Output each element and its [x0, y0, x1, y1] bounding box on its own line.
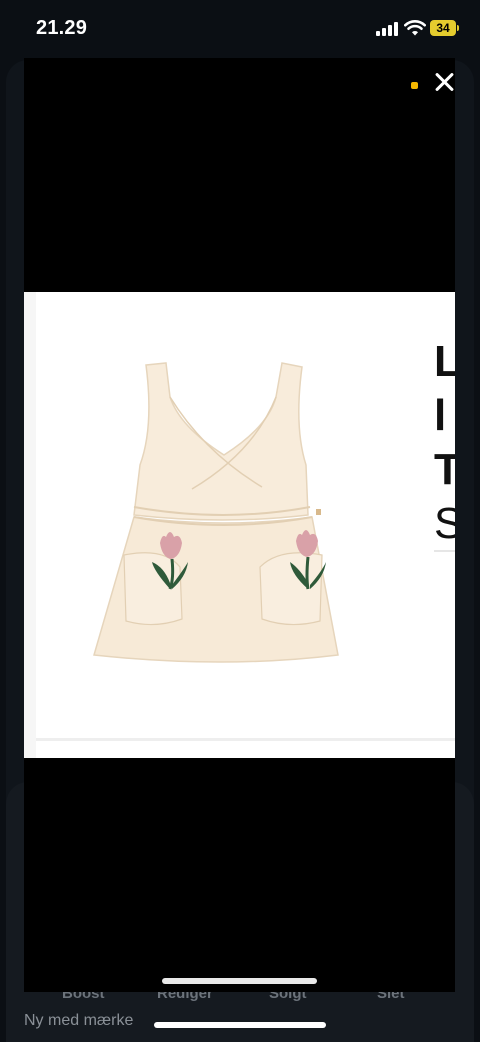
product-image[interactable]: L l T S	[24, 292, 455, 758]
close-icon[interactable]	[432, 70, 456, 94]
status-bar: 21.29 34	[0, 0, 480, 56]
home-indicator[interactable]	[154, 1022, 326, 1028]
background-subtitle: Ny med mærke	[24, 1012, 134, 1029]
wifi-icon	[404, 20, 426, 36]
clipped-text-line-1: L	[434, 337, 455, 386]
image-left-edge	[24, 292, 36, 758]
clipped-text-line-4: S	[434, 499, 455, 548]
image-divider	[434, 550, 455, 552]
battery-icon: 34	[430, 20, 456, 36]
recording-indicator-icon	[411, 82, 418, 89]
cellular-signal-icon	[376, 22, 400, 36]
clipped-text-line-3: T	[434, 445, 455, 494]
status-time: 21.29	[36, 17, 88, 39]
battery-level: 34	[436, 21, 450, 35]
dress-illustration	[93, 362, 339, 663]
viewer-home-indicator	[162, 978, 317, 984]
clipped-text-line-2: l	[434, 391, 447, 440]
battery-tip	[457, 25, 459, 31]
image-bottom-divider	[36, 738, 455, 741]
